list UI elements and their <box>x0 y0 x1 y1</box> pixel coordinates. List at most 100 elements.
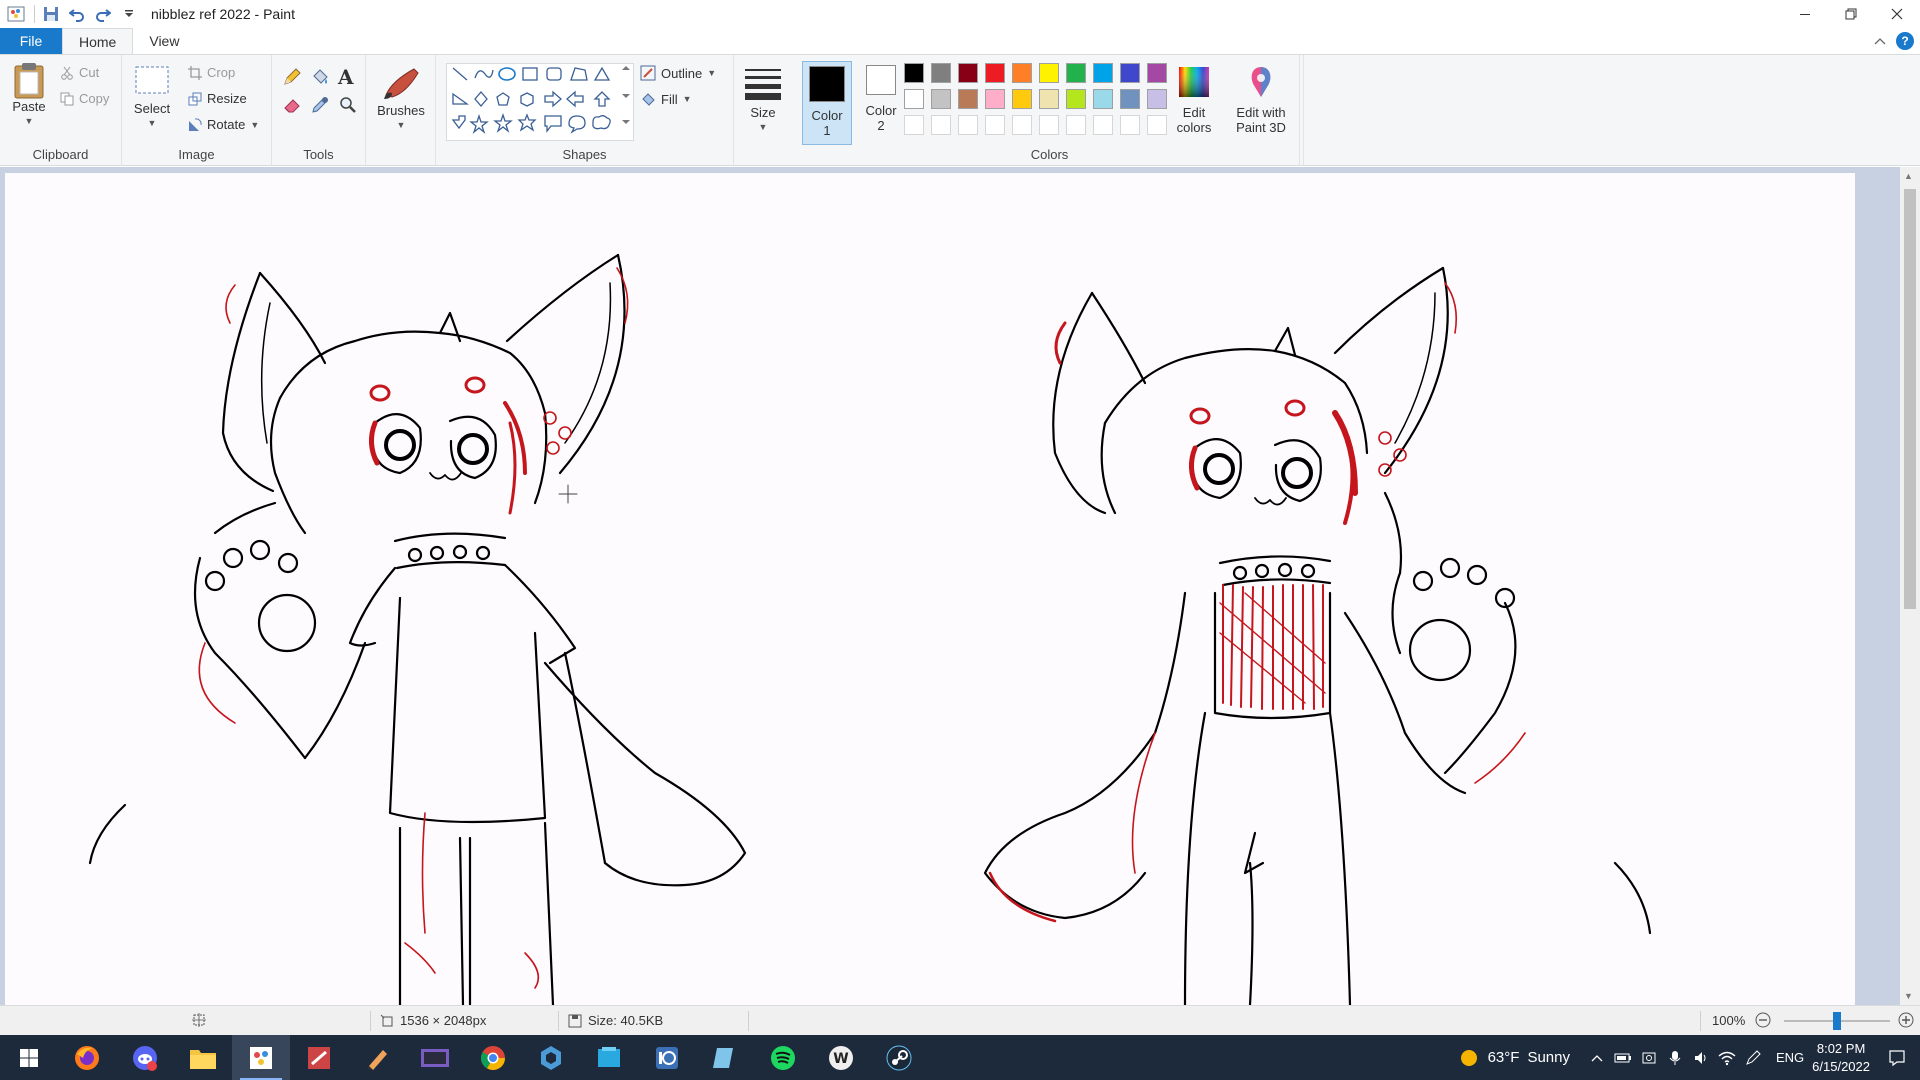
discord-icon[interactable] <box>116 1035 174 1080</box>
palette-swatch[interactable] <box>985 63 1005 83</box>
app-icon[interactable] <box>406 1035 464 1080</box>
app-icon[interactable] <box>696 1035 754 1080</box>
help-icon[interactable]: ? <box>1896 32 1914 50</box>
edit-with-paint3d-button[interactable]: Edit with Paint 3D <box>1228 65 1294 135</box>
close-button[interactable] <box>1874 0 1920 28</box>
restore-button[interactable] <box>1828 0 1874 28</box>
steam-icon[interactable] <box>870 1035 928 1080</box>
palette-swatch[interactable] <box>904 89 924 109</box>
palette-swatch-empty[interactable] <box>1039 115 1059 135</box>
clock[interactable]: 8:02 PM 6/15/2022 <box>1812 1040 1870 1076</box>
weather-sun-icon[interactable] <box>1456 1048 1482 1068</box>
palette-swatch[interactable] <box>1120 89 1140 109</box>
rotate-button[interactable]: Rotate ▼ <box>188 117 259 132</box>
palette-swatch[interactable] <box>931 63 951 83</box>
color-picker-icon[interactable] <box>310 95 330 118</box>
save-icon[interactable] <box>39 2 63 26</box>
volume-icon[interactable] <box>1688 1050 1714 1066</box>
vertical-scrollbar[interactable]: ▲ ▼ <box>1900 167 1920 1005</box>
app-icon[interactable] <box>290 1035 348 1080</box>
palette-swatch[interactable] <box>985 89 1005 109</box>
weather-temperature[interactable]: 63°F <box>1488 1049 1520 1066</box>
select-button[interactable]: Select ▼ <box>132 65 172 131</box>
edit-colors-button[interactable]: Edit colors <box>1172 65 1216 135</box>
camera-icon[interactable] <box>1636 1050 1662 1066</box>
palette-swatch[interactable] <box>1120 63 1140 83</box>
magnifier-icon[interactable] <box>338 95 358 118</box>
tab-view[interactable]: View <box>133 28 195 54</box>
language-indicator[interactable]: ENG <box>1776 1050 1804 1065</box>
palette-swatch[interactable] <box>1066 89 1086 109</box>
customize-toolbar-chevron-icon[interactable] <box>117 2 141 26</box>
palette-swatch[interactable] <box>931 89 951 109</box>
app-icon[interactable] <box>522 1035 580 1080</box>
battery-icon[interactable] <box>1610 1052 1636 1064</box>
app-icon[interactable] <box>638 1035 696 1080</box>
palette-swatch-empty[interactable] <box>931 115 951 135</box>
palette-swatch-empty[interactable] <box>1012 115 1032 135</box>
text-tool-icon[interactable]: A <box>338 65 354 89</box>
pen-icon[interactable] <box>1740 1049 1766 1066</box>
fill-bucket-icon[interactable] <box>310 67 330 90</box>
palette-swatch-empty[interactable] <box>1147 115 1167 135</box>
paste-button[interactable]: Paste ▼ <box>8 61 50 129</box>
paint-app-icon[interactable] <box>4 2 28 26</box>
notifications-icon[interactable] <box>1884 1049 1910 1067</box>
palette-swatch[interactable] <box>904 63 924 83</box>
fill-button[interactable]: Fill ▼ <box>640 91 692 107</box>
palette-swatch[interactable] <box>1012 89 1032 109</box>
palette-swatch[interactable] <box>1012 63 1032 83</box>
shapes-gallery[interactable] <box>446 63 634 141</box>
eraser-icon[interactable] <box>282 95 302 118</box>
palette-swatch-empty[interactable] <box>904 115 924 135</box>
weather-condition[interactable]: Sunny <box>1527 1049 1570 1066</box>
palette-swatch[interactable] <box>1066 63 1086 83</box>
start-icon[interactable] <box>0 1035 58 1080</box>
cut-button[interactable]: Cut <box>60 65 99 80</box>
palette-swatch[interactable] <box>1147 89 1167 109</box>
zoom-in-icon[interactable] <box>1897 1011 1915 1029</box>
zoom-out-icon[interactable] <box>1754 1011 1772 1029</box>
palette-swatch-empty[interactable] <box>1120 115 1140 135</box>
wifi-icon[interactable] <box>1714 1050 1740 1066</box>
pencil-icon[interactable] <box>282 67 302 90</box>
redo-icon[interactable] <box>91 2 115 26</box>
color2-button[interactable]: Color 2 <box>858 65 904 133</box>
outline-button[interactable]: Outline ▼ <box>640 65 716 81</box>
palette-swatch[interactable] <box>1147 63 1167 83</box>
file-explorer-icon[interactable] <box>174 1035 232 1080</box>
undo-icon[interactable] <box>65 2 89 26</box>
collapse-ribbon-icon[interactable] <box>1874 34 1886 49</box>
app-icon[interactable] <box>580 1035 638 1080</box>
tab-home[interactable]: Home <box>62 28 134 54</box>
tab-file[interactable]: File <box>0 28 62 54</box>
palette-swatch[interactable] <box>1039 63 1059 83</box>
palette-swatch[interactable] <box>958 63 978 83</box>
microphone-icon[interactable] <box>1662 1050 1688 1066</box>
zoom-slider-thumb[interactable] <box>1833 1012 1841 1030</box>
crop-button[interactable]: Crop <box>188 65 235 80</box>
palette-swatch-empty[interactable] <box>985 115 1005 135</box>
app-icon[interactable] <box>348 1035 406 1080</box>
brushes-button[interactable]: Brushes ▼ <box>376 63 426 133</box>
palette-swatch-empty[interactable] <box>1066 115 1086 135</box>
palette-swatch-empty[interactable] <box>958 115 978 135</box>
scroll-up-icon[interactable]: ▲ <box>1904 171 1913 181</box>
palette-swatch[interactable] <box>1093 63 1113 83</box>
minimize-button[interactable] <box>1782 0 1828 28</box>
chrome-icon[interactable] <box>464 1035 522 1080</box>
paint-taskbar-icon[interactable] <box>232 1035 290 1080</box>
app-icon[interactable]: W <box>812 1035 870 1080</box>
drawing-canvas[interactable] <box>5 173 1855 1005</box>
resize-button[interactable]: Resize <box>188 91 247 106</box>
firefox-icon[interactable] <box>58 1035 116 1080</box>
chevron-up-icon[interactable] <box>1584 1053 1610 1063</box>
scrollbar-thumb[interactable] <box>1904 189 1916 609</box>
spotify-icon[interactable] <box>754 1035 812 1080</box>
scroll-down-icon[interactable]: ▼ <box>1904 991 1913 1001</box>
palette-swatch[interactable] <box>958 89 978 109</box>
palette-swatch[interactable] <box>1093 89 1113 109</box>
palette-swatch-empty[interactable] <box>1093 115 1113 135</box>
palette-swatch[interactable] <box>1039 89 1059 109</box>
copy-button[interactable]: Copy <box>60 91 109 106</box>
